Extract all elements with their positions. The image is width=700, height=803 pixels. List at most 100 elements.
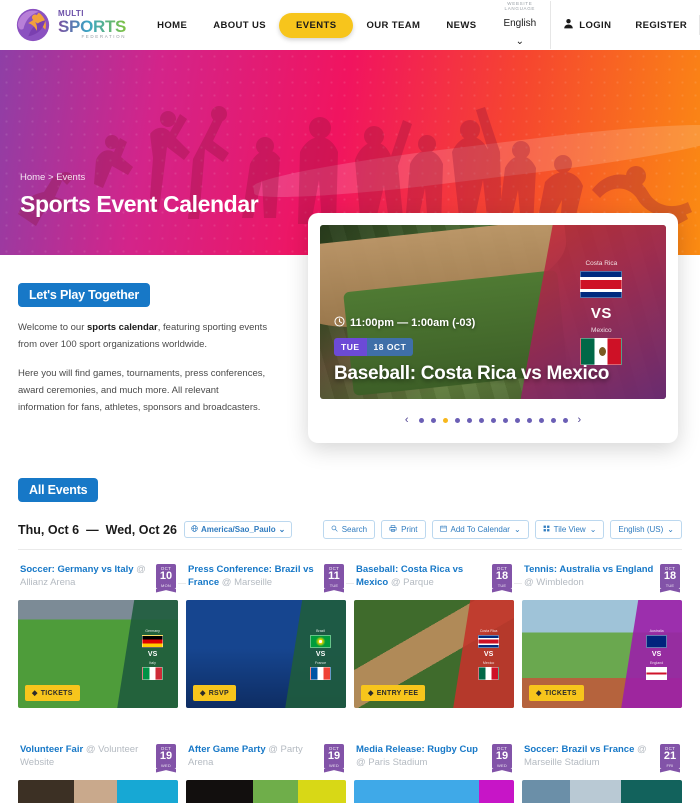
event-badge-weekday: WED [161,762,171,768]
event-team-b-name: France [315,660,327,665]
event-badge-day: 10 [159,570,173,582]
register-group[interactable]: REGISTER [623,20,699,31]
featured-vs-label: VS [590,304,612,322]
event-card[interactable]: Soccer: Germany vs Italy @ Allianz Arena… [18,562,178,708]
nav-item-home[interactable]: HOME [144,13,200,38]
timezone-chevron-down-icon: ⌄ [278,525,286,534]
event-badge-month: OCT [328,746,340,751]
carousel-dot[interactable] [430,417,436,423]
search-button-label: Search [341,525,368,534]
event-card-title[interactable]: Media Release: Rugby Cup @ Paris Stadium [356,744,486,770]
print-button[interactable]: Print [381,520,426,539]
event-date-badge: OCT 19 WED [492,744,512,769]
carousel-dot[interactable] [454,417,460,423]
language-us-button[interactable]: English (US) ⌄ [610,520,682,539]
event-card-image: Australia VS England ◆ TICKETS [522,600,682,708]
event-card[interactable]: After Game Party @ Party Arena OCT 19 WED [186,742,346,803]
event-card-title[interactable]: Press Conference: Brazil vs France @ Mar… [188,564,318,590]
register-link[interactable]: REGISTER [635,20,687,31]
breadcrumb: Home > Events [20,172,258,183]
nav-item-our-team[interactable]: OUR TEAM [353,13,433,38]
event-card-title[interactable]: Soccer: Brazil vs France @ Marseille Sta… [524,744,654,770]
event-badge-month: OCT [160,746,172,751]
carousel-dot[interactable] [526,417,532,423]
tile-view-button[interactable]: Tile View ⌄ [534,520,605,539]
intro-paragraph-1: Welcome to our sports calendar, featurin… [18,320,268,353]
flag-costa-rica-icon [580,270,623,298]
logo-emblem-icon [14,6,52,44]
event-badge-weekday: TUE [329,582,339,588]
carousel-dot[interactable] [514,417,520,423]
login-group[interactable]: LOGIN [551,16,623,34]
event-card[interactable]: Baseball: Costa Rica vs Mexico @ Parque O… [354,562,514,708]
event-card-image: Brazil VS France ◆ RSVP [186,600,346,708]
login-link[interactable]: LOGIN [579,20,611,31]
carousel-dots[interactable] [418,417,568,423]
carousel-dot[interactable] [490,417,496,423]
flag-mx-icon [478,666,500,680]
logo-wordmark: MULTI SPORTS FEDERATION [58,10,126,40]
breadcrumb-separator: > [47,172,54,183]
event-badge-day: 19 [495,750,509,762]
flag-de-icon [142,634,164,648]
event-card-title[interactable]: Volunteer Fair @ Volunteer Website [20,744,150,770]
event-badge-weekday: MON [161,582,171,588]
event-cta-button[interactable]: ◆ TICKETS [529,685,584,701]
language-selector[interactable]: WEBSITE LANGUAGE English ⌄ [489,1,552,49]
flag-en-icon [646,666,668,680]
featured-team-a-name: Costa Rica [585,259,618,267]
carousel-dot[interactable] [466,417,472,423]
event-vs-label: VS [315,650,326,658]
carousel-dot[interactable] [478,417,484,423]
carousel-dot[interactable] [418,417,424,423]
add-to-calendar-label: Add To Calendar [450,525,510,534]
event-card-image: Germany VS Italy ◆ TICKETS [18,600,178,708]
event-card[interactable]: Tennis: Australia vs England @ Wimbledon… [522,562,682,708]
site-logo[interactable]: MULTI SPORTS FEDERATION [14,6,126,44]
breadcrumb-home[interactable]: Home [20,172,45,183]
event-date-badge: OCT 11 TUE [324,564,344,589]
timezone-selector[interactable]: America/Sao_Paulo ⌄ [183,521,293,538]
event-card[interactable]: Soccer: Brazil vs France @ Marseille Sta… [522,742,682,803]
event-card-title[interactable]: Baseball: Costa Rica vs Mexico @ Parque [356,564,486,590]
event-card[interactable]: Media Release: Rugby Cup @ Paris Stadium… [354,742,514,803]
event-badge-day: 11 [328,570,340,582]
event-badge-month: OCT [160,566,172,571]
flag-au-icon [646,634,668,648]
events-toolbar: Thu, Oct 6 — Wed, Oct 26 America/Sao_Pau… [18,520,682,539]
intro-p1-bold: sports calendar [87,322,158,333]
carousel-dot[interactable] [550,417,556,423]
chevron-down-icon: ⌄ [515,36,525,47]
event-card-header: Soccer: Brazil vs France @ Marseille Sta… [522,742,682,780]
carousel-dot[interactable] [562,417,568,423]
event-card-title[interactable]: Soccer: Germany vs Italy @ Allianz Arena [20,564,150,590]
carousel-dot[interactable] [502,417,508,423]
event-card-image [354,780,514,803]
globe-icon [191,525,198,534]
carousel-dot[interactable] [538,417,544,423]
event-cta-button[interactable]: ◆ ENTRY FEE [361,685,426,701]
nav-item-about-us[interactable]: ABOUT US [200,13,279,38]
featured-event-card[interactable]: Costa Rica VS Mexico 11:00pm — 1:00am (-… [308,213,678,443]
event-card-title[interactable]: After Game Party @ Party Arena [188,744,318,770]
carousel-dot[interactable] [442,417,448,423]
date-range-display[interactable]: Thu, Oct 6 — Wed, Oct 26 America/Sao_Pau… [18,521,293,538]
hero-text: Home > Events Sports Event Calendar [20,172,259,218]
flag-mexico-icon [580,337,623,365]
event-cta-button[interactable]: ◆ RSVP [193,685,236,701]
nav-item-events[interactable]: EVENTS [279,12,354,38]
intro-heading-tag: Let's Play Together [18,283,151,307]
event-card[interactable]: Press Conference: Brazil vs France @ Mar… [186,562,346,708]
event-cta-button[interactable]: ◆ TICKETS [25,685,80,701]
add-to-calendar-button[interactable]: Add To Calendar ⌄ [431,520,529,539]
page-title: Sports Event Calendar [20,191,259,217]
event-card-title[interactable]: Tennis: Australia vs England @ Wimbledon [524,564,654,590]
event-card-header: Volunteer Fair @ Volunteer Website OCT 19 W… [18,742,178,780]
event-card-venue: @ Paris Stadium [356,756,428,768]
carousel-next-button[interactable]: › [575,414,585,426]
event-card[interactable]: Volunteer Fair @ Volunteer Website OCT 19 W… [18,742,178,803]
nav-item-news[interactable]: NEWS [433,13,489,38]
search-button[interactable]: Search [322,520,376,539]
carousel-prev-button[interactable]: ‹ [402,414,412,426]
page-root: MULTI SPORTS FEDERATION HOME ABOUT US EV… [0,0,700,803]
